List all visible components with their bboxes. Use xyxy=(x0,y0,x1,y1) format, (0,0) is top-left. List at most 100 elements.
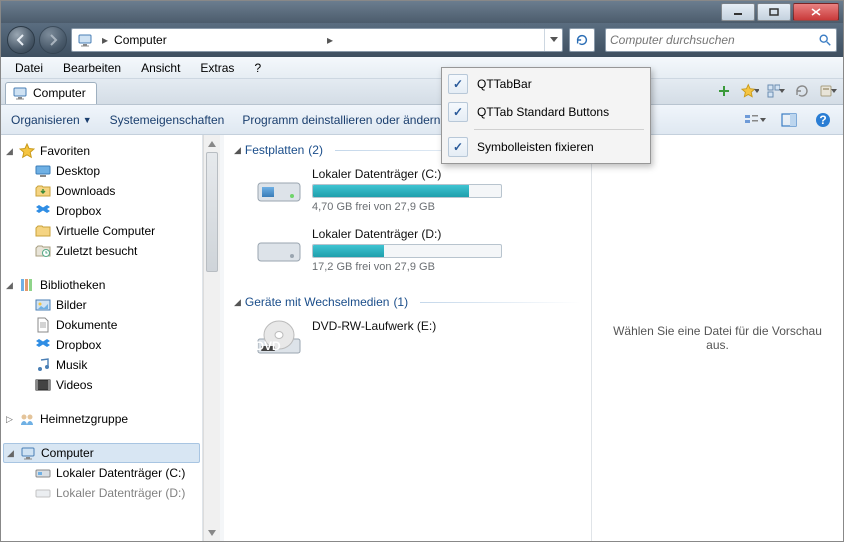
sidebar-item-dropbox[interactable]: Dropbox xyxy=(1,201,202,221)
breadcrumb-computer[interactable]: Computer xyxy=(112,33,323,47)
forward-button[interactable] xyxy=(39,26,67,54)
menu-file[interactable]: Datei xyxy=(7,59,51,77)
menu-edit[interactable]: Bearbeiten xyxy=(55,59,129,77)
sidebar-item-virtual-computer[interactable]: Virtuelle Computer xyxy=(1,221,202,241)
view-options-button[interactable] xyxy=(743,109,767,131)
dropbox-icon xyxy=(35,337,51,353)
preview-pane-button[interactable] xyxy=(777,109,801,131)
menu-view[interactable]: Ansicht xyxy=(133,59,188,77)
sidebar-item-drive-c[interactable]: Lokaler Datenträger (C:) xyxy=(1,463,202,483)
menu-item-label: QTTabBar xyxy=(477,77,532,91)
sidebar-item-documents[interactable]: Dokumente xyxy=(1,315,202,335)
menu-bar: Datei Bearbeiten Ansicht Extras ? xyxy=(1,57,843,79)
drive-usage-bar xyxy=(312,244,502,258)
category-count: (1) xyxy=(393,295,408,309)
category-label: Festplatten xyxy=(245,143,304,157)
sidebar-item-videos[interactable]: Videos xyxy=(1,375,202,395)
system-properties-button[interactable]: Systemeigenschaften xyxy=(110,113,225,127)
window-minimize-button[interactable] xyxy=(721,3,755,21)
dvd-drive-icon: DVD xyxy=(256,319,302,359)
check-icon: ✓ xyxy=(448,74,468,94)
sidebar-libraries-header[interactable]: ◢ Bibliotheken xyxy=(1,275,202,295)
menu-separator xyxy=(474,129,644,130)
sidebar-item-label: Bilder xyxy=(56,298,87,312)
sidebar-item-label: Virtuelle Computer xyxy=(56,224,155,238)
tab-computer[interactable]: Computer xyxy=(5,82,97,104)
organize-button[interactable]: Organisieren ▼ xyxy=(11,113,92,127)
menu-help[interactable]: ? xyxy=(246,59,269,77)
sidebar-item-label: Videos xyxy=(56,378,92,392)
sidebar-group-label: Heimnetzgruppe xyxy=(40,412,128,426)
qttab-options-icon[interactable] xyxy=(715,82,733,100)
collapse-icon: ◢ xyxy=(6,448,15,459)
category-removable[interactable]: ◢ Geräte mit Wechselmedien (1) xyxy=(234,295,581,309)
window-close-button[interactable] xyxy=(793,3,839,21)
drive-c[interactable]: Lokaler Datenträger (C:) 4,70 GB frei vo… xyxy=(234,163,581,223)
sidebar-item-dropbox-lib[interactable]: Dropbox xyxy=(1,335,202,355)
sidebar-item-pictures[interactable]: Bilder xyxy=(1,295,202,315)
sidebar-item-downloads[interactable]: Downloads xyxy=(1,181,202,201)
chevron-right-icon[interactable]: ▸ xyxy=(98,33,112,47)
sidebar-item-drive-d[interactable]: Lokaler Datenträger (D:) xyxy=(1,483,202,503)
sidebar-group-label: Computer xyxy=(41,446,94,460)
chevron-right-icon[interactable]: ▸ xyxy=(323,33,337,47)
sidebar-computer-header[interactable]: ◢ Computer xyxy=(3,443,200,463)
sidebar-favorites-header[interactable]: ◢ Favoriten xyxy=(1,141,202,161)
sidebar-item-label: Zuletzt besucht xyxy=(56,244,137,258)
menu-extras[interactable]: Extras xyxy=(192,59,242,77)
check-icon: ✓ xyxy=(448,102,468,122)
menu-item-qttab-standard-buttons[interactable]: ✓ QTTab Standard Buttons xyxy=(444,98,648,126)
search-icon[interactable] xyxy=(818,33,832,47)
scrollbar-track[interactable] xyxy=(204,152,220,524)
recent-icon xyxy=(35,243,51,259)
drive-name: Lokaler Datenträger (C:) xyxy=(312,167,575,181)
qttab-apps-icon[interactable] xyxy=(819,82,837,100)
drive-icon xyxy=(35,465,51,481)
favorites-star-icon[interactable] xyxy=(741,82,759,100)
drive-usage-bar xyxy=(312,184,502,198)
refresh-button[interactable] xyxy=(569,28,595,52)
sidebar-item-music[interactable]: Musik xyxy=(1,355,202,375)
sidebar-homegroup-header[interactable]: ▷ Heimnetzgruppe xyxy=(1,409,202,429)
drive-name: DVD-RW-Laufwerk (E:) xyxy=(312,319,575,333)
help-button[interactable]: ? xyxy=(811,109,835,131)
address-history-dropdown[interactable] xyxy=(544,29,562,51)
preview-empty-text: Wählen Sie eine Datei für die Vorschau a… xyxy=(602,324,833,352)
drive-d[interactable]: Lokaler Datenträger (D:) 17,2 GB frei vo… xyxy=(234,223,581,283)
menu-item-lock-toolbars[interactable]: ✓ Symbolleisten fixieren xyxy=(444,133,648,161)
sidebar-item-recent[interactable]: Zuletzt besucht xyxy=(1,241,202,261)
search-box[interactable] xyxy=(605,28,837,52)
scroll-up-icon[interactable] xyxy=(204,135,220,152)
category-count: (2) xyxy=(308,143,323,157)
desktop-icon xyxy=(35,163,51,179)
sidebar-scrollbar[interactable] xyxy=(203,135,220,541)
sidebar-item-label: Dokumente xyxy=(56,318,117,332)
downloads-icon xyxy=(35,183,51,199)
menu-item-label: QTTab Standard Buttons xyxy=(477,105,609,119)
back-button[interactable] xyxy=(7,26,35,54)
toolbars-context-menu: ✓ QTTabBar ✓ QTTab Standard Buttons ✓ Sy… xyxy=(441,67,651,164)
sidebar-item-label: Dropbox xyxy=(56,204,101,218)
drive-dvd[interactable]: DVD DVD-RW-Laufwerk (E:) xyxy=(234,315,581,369)
tab-bar: Computer xyxy=(1,79,843,105)
window-maximize-button[interactable] xyxy=(757,3,791,21)
sidebar-item-desktop[interactable]: Desktop xyxy=(1,161,202,181)
titlebar xyxy=(1,1,843,23)
hard-drive-icon xyxy=(256,167,302,207)
qttab-groups-icon[interactable] xyxy=(767,82,785,100)
address-bar[interactable]: ▸ Computer ▸ xyxy=(71,28,563,52)
collapse-icon: ◢ xyxy=(234,297,241,308)
svg-text:DVD: DVD xyxy=(256,339,281,353)
sidebar-item-label: Musik xyxy=(56,358,87,372)
scroll-down-icon[interactable] xyxy=(204,524,220,541)
search-input[interactable] xyxy=(610,33,818,47)
menu-item-qttabbar[interactable]: ✓ QTTabBar xyxy=(444,70,648,98)
scrollbar-thumb[interactable] xyxy=(206,152,218,272)
documents-icon xyxy=(35,317,51,333)
qttab-recent-icon[interactable] xyxy=(793,82,811,100)
sidebar-group-label: Bibliotheken xyxy=(40,278,105,292)
homegroup-icon xyxy=(19,411,35,427)
uninstall-program-button[interactable]: Programm deinstallieren oder ändern xyxy=(242,113,440,127)
collapse-icon: ◢ xyxy=(234,145,241,156)
collapse-icon: ◢ xyxy=(5,146,14,157)
